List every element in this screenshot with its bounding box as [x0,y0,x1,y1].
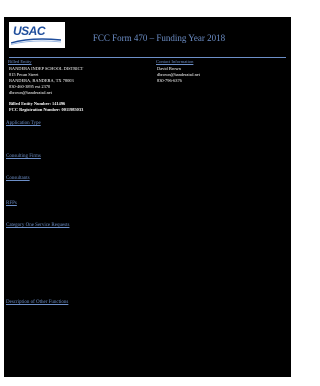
section-category-one-service-requests[interactable]: Category One Service Requests [6,223,69,228]
fcc-registration-number: FCC Registration Number: 0011985033 [9,107,84,112]
billed-entity-heading: Billed Entity [8,59,32,64]
section-description-of-other-functions[interactable]: Description of Other Functions [6,300,68,305]
section-rfps[interactable]: RFPs [6,201,17,206]
contact-name: David Brown [157,66,181,71]
billed-entity-city: BANDERA, BANDERA, TX 78003 [9,78,74,83]
billed-entity-street: 815 Pecan Street [9,72,39,77]
billed-entity-number: Billed Entity Number: 141496 [9,101,66,106]
pdf-page: USAC FCC Form 470 – Funding Year 2018 Bi… [0,0,298,386]
billed-entity-name: BANDERA INDEP SCHOOL DISTRICT [9,66,84,71]
form-title: FCC Form 470 – Funding Year 2018 [92,33,226,43]
section-application-type[interactable]: Application Type [6,121,41,126]
usac-logo: USAC [9,22,65,48]
billed-entity-phone: 830-460-3895 ext 2370 [9,84,51,89]
section-consultants[interactable]: Consultants [6,176,30,181]
billed-entity-email: dbrown@banderaisd.net [9,90,52,95]
title-divider [9,57,286,58]
logo-swoosh-icon [11,38,61,45]
contact-information-heading: Contact Information [156,59,194,64]
section-consulting-firms[interactable]: Consulting Firms [6,154,41,159]
logo-text: USAC [13,24,46,38]
form-document: USAC FCC Form 470 – Funding Year 2018 Bi… [4,17,291,377]
contact-phone: 830-796-6376 [157,78,182,83]
contact-email: dbrown@banderaisd.net [157,72,200,77]
contact-information-block: David Brown dbrown@banderaisd.net 830-79… [156,65,282,85]
